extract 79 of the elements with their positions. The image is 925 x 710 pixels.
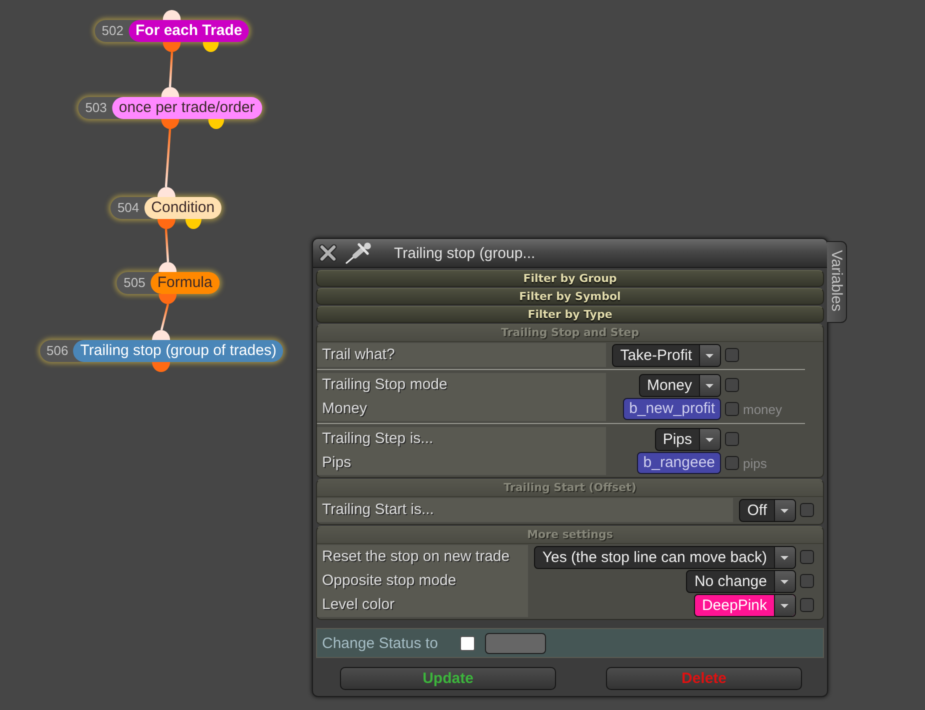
node-number: 504: [116, 199, 140, 217]
unit-label: money: [743, 402, 782, 416]
checkbox[interactable]: [800, 598, 814, 612]
node-label: For each Trade: [128, 20, 250, 42]
dropdown-select[interactable]: Take-Profit: [612, 344, 721, 366]
caret-icon[interactable]: [774, 570, 795, 592]
output-port-icon[interactable]: [157, 219, 175, 229]
checkbox[interactable]: [725, 402, 739, 416]
output-port-icon[interactable]: [163, 42, 181, 52]
node-block[interactable]: 506 Trailing stop (group of trades): [40, 340, 284, 362]
setting-label: Trailing Stop mode: [317, 373, 606, 397]
output-port-icon[interactable]: [186, 219, 202, 229]
node-label: once per trade/order: [112, 97, 262, 119]
node-block[interactable]: 502 For each Trade: [94, 20, 250, 42]
caret-icon[interactable]: [774, 594, 795, 616]
output-port-icon[interactable]: [159, 294, 177, 304]
connector-line: [168, 52, 174, 88]
caret-icon[interactable]: [699, 344, 720, 366]
node-label: Condition: [144, 197, 222, 219]
variable-field[interactable]: b_new_profit: [623, 398, 721, 420]
setting-label: Money: [317, 397, 606, 421]
node-number: 502: [100, 22, 124, 40]
section-header[interactable]: Filter by Type: [316, 306, 824, 323]
setting-label: Reset the stop on new trade: [317, 545, 528, 569]
checkbox[interactable]: [800, 550, 814, 564]
dropdown-select[interactable]: DeepPink: [694, 594, 796, 616]
dropdown-select[interactable]: Pips: [654, 428, 721, 450]
pin-icon[interactable]: [345, 242, 373, 264]
dropdown-select[interactable]: Money: [638, 374, 721, 396]
output-port-icon[interactable]: [202, 42, 219, 52]
checkbox[interactable]: [800, 503, 814, 517]
caret-icon[interactable]: [774, 546, 795, 568]
checkbox[interactable]: [725, 456, 739, 470]
node-number: 506: [46, 342, 70, 360]
checkbox[interactable]: [725, 348, 739, 362]
caret-icon[interactable]: [699, 428, 720, 450]
setting-label: Opposite stop mode: [317, 569, 528, 593]
output-port-icon[interactable]: [152, 362, 170, 372]
checkbox[interactable]: [460, 636, 475, 650]
section-header[interactable]: Filter by Symbol: [316, 288, 824, 305]
output-port-icon[interactable]: [161, 119, 179, 129]
input-port-icon[interactable]: [163, 10, 181, 20]
input-port-icon[interactable]: [157, 187, 175, 197]
update-button[interactable]: Update: [340, 667, 556, 690]
window-title: Trailing stop (group...: [394, 244, 536, 262]
caret-icon[interactable]: [699, 374, 720, 396]
node-label: Trailing stop (group of trades): [73, 340, 284, 362]
connector-line: [164, 228, 170, 262]
dropdown-select[interactable]: Off: [739, 498, 796, 522]
node-number: 505: [122, 274, 146, 292]
node-number: 503: [84, 99, 108, 117]
setting-label: Level color: [317, 593, 528, 617]
close-icon[interactable]: [319, 244, 337, 262]
section-header[interactable]: Filter by Group: [316, 270, 824, 287]
connector-line: [164, 128, 172, 188]
status-field[interactable]: [484, 632, 546, 654]
setting-label: Trail what?: [317, 343, 606, 367]
setting-label: Trailing Start is...: [317, 498, 734, 522]
checkbox[interactable]: [725, 378, 739, 392]
setting-label: Pips: [317, 451, 606, 475]
unit-label: pips: [743, 456, 767, 470]
node-block[interactable]: 503 once per trade/order: [78, 97, 262, 119]
input-port-icon[interactable]: [161, 87, 179, 97]
node-block[interactable]: 505 Formula: [116, 272, 220, 294]
setting-label: Trailing Step is...: [317, 427, 606, 451]
dropdown-select[interactable]: Yes (the stop line can move back): [534, 546, 796, 568]
node-block[interactable]: 504 Condition: [110, 197, 222, 219]
caret-icon[interactable]: [774, 500, 795, 520]
checkbox[interactable]: [800, 574, 814, 588]
input-port-icon[interactable]: [159, 262, 177, 272]
checkbox[interactable]: [725, 432, 739, 446]
status-label: Change Status to: [322, 634, 438, 652]
connector-line: [160, 304, 170, 330]
dropdown-select[interactable]: No change: [686, 570, 796, 592]
output-port-icon[interactable]: [208, 119, 224, 129]
variables-tab[interactable]: Variables: [827, 241, 847, 323]
input-port-icon[interactable]: [152, 330, 170, 340]
node-label: Formula: [150, 272, 220, 294]
variable-field[interactable]: b_rangeee: [637, 452, 721, 474]
